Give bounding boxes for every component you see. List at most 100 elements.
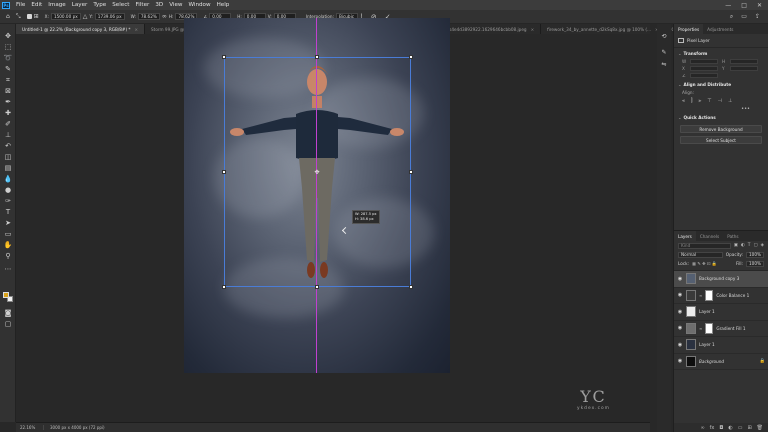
add-mask-icon[interactable]: ◘: [719, 425, 723, 431]
transform-width-field[interactable]: [690, 59, 718, 64]
menu-item[interactable]: Edit: [28, 2, 45, 8]
pen-tool-icon[interactable]: ✑: [3, 197, 13, 205]
layer-thumbnail[interactable]: [686, 273, 696, 285]
visibility-eye-icon[interactable]: ◉: [677, 325, 683, 331]
brush-settings-icon[interactable]: ✎: [660, 48, 668, 56]
menu-item[interactable]: Help: [214, 2, 233, 8]
mask-link-icon[interactable]: ∞: [699, 293, 702, 298]
foreground-color-swatch[interactable]: [3, 292, 9, 298]
lock-icon[interactable]: 🔒: [760, 359, 765, 364]
close-tab-icon[interactable]: ×: [135, 27, 139, 32]
tab-layers[interactable]: Layers: [674, 231, 696, 241]
transform-handle[interactable]: [315, 285, 319, 289]
menu-item[interactable]: Window: [186, 2, 214, 8]
quick-mask-icon[interactable]: ◙: [3, 309, 13, 317]
visibility-eye-icon[interactable]: ◉: [677, 276, 683, 282]
select-subject-button[interactable]: Select Subject: [680, 136, 762, 144]
menu-item[interactable]: 3D: [152, 2, 166, 8]
path-selection-tool-icon[interactable]: ➤: [3, 219, 13, 227]
layer-row[interactable]: ◉ Layer 1: [674, 337, 768, 354]
healing-brush-tool-icon[interactable]: ✚: [3, 109, 13, 117]
filter-adjustment-icon[interactable]: ◐: [741, 243, 745, 248]
move-tool-icon[interactable]: ✥: [3, 32, 13, 40]
new-group-icon[interactable]: ▭: [738, 425, 743, 431]
minimize-icon[interactable]: —: [725, 2, 731, 9]
menu-item[interactable]: Select: [109, 2, 132, 8]
transform-handle[interactable]: [409, 55, 413, 59]
eyedropper-tool-icon[interactable]: ✒: [3, 98, 13, 106]
history-panel-icon[interactable]: ⟲: [660, 32, 668, 40]
visibility-eye-icon[interactable]: ◉: [677, 358, 683, 364]
width-field[interactable]: 78.62%: [137, 13, 160, 20]
align-center-icon[interactable]: ⫿: [691, 98, 693, 104]
screen-mode-icon[interactable]: ▢: [3, 320, 13, 328]
workspace-icon[interactable]: ▭: [741, 13, 747, 21]
eraser-tool-icon[interactable]: ◫: [3, 153, 13, 161]
filter-shape-icon[interactable]: ▢: [753, 243, 757, 248]
link-icon[interactable]: ∞: [162, 13, 167, 20]
reference-point-icon[interactable]: ⊞: [34, 13, 39, 20]
hand-tool-icon[interactable]: ✋: [3, 241, 13, 249]
search-icon[interactable]: ⌕: [730, 13, 733, 21]
align-left-icon[interactable]: ⫷: [682, 98, 685, 104]
type-tool-icon[interactable]: T: [3, 208, 13, 216]
home-icon[interactable]: ⌂: [6, 13, 10, 20]
zoom-tool-icon[interactable]: ⚲: [3, 252, 13, 260]
document-info[interactable]: 3000 px x 4000 px (72 ppi): [44, 425, 105, 430]
visibility-eye-icon[interactable]: ◉: [677, 342, 683, 348]
tab-adjustments[interactable]: Adjustments: [703, 24, 737, 34]
layer-thumbnail[interactable]: [686, 339, 696, 351]
link-layers-icon[interactable]: ∞: [700, 425, 704, 431]
close-tab-icon[interactable]: ×: [531, 27, 535, 32]
layer-thumbnail[interactable]: [686, 289, 696, 301]
frame-tool-icon[interactable]: ⊠: [3, 87, 13, 95]
layer-mask-thumbnail[interactable]: [705, 289, 714, 301]
align-bottom-icon[interactable]: ⊥: [728, 98, 732, 104]
brush-tool-icon[interactable]: ✐: [3, 120, 13, 128]
lock-icons[interactable]: ▦ ✎ ✥ ⊡ 🔒: [692, 261, 733, 267]
zoom-level[interactable]: 22.16%: [16, 425, 44, 430]
visibility-eye-icon[interactable]: ◉: [677, 292, 683, 298]
transform-handle[interactable]: [315, 55, 319, 59]
transform-handle[interactable]: [409, 285, 413, 289]
gradient-tool-icon[interactable]: ▤: [3, 164, 13, 172]
transform-handle[interactable]: [222, 170, 226, 174]
layer-thumbnail[interactable]: [686, 306, 696, 318]
adjustments-panel-icon[interactable]: ⇋: [660, 60, 668, 68]
layer-thumbnail[interactable]: [686, 322, 696, 334]
filter-type-icon[interactable]: T: [748, 243, 751, 248]
blur-tool-icon[interactable]: 💧: [3, 175, 13, 183]
delta-icon[interactable]: △: [83, 13, 88, 20]
blend-mode-select[interactable]: Normal: [678, 251, 723, 258]
dodge-tool-icon[interactable]: ●: [3, 186, 13, 194]
layer-row[interactable]: ◉ ∞ Color Balance 1: [674, 288, 768, 304]
filter-pixel-icon[interactable]: ▣: [734, 243, 738, 248]
x-field[interactable]: 1500.00 px: [50, 13, 81, 20]
layer-filter-select[interactable]: Kind: [678, 242, 731, 249]
quick-select-tool-icon[interactable]: ✎: [3, 65, 13, 73]
transform-handle[interactable]: [222, 285, 226, 289]
maximize-icon[interactable]: □: [741, 2, 747, 9]
lasso-tool-icon[interactable]: ➰: [3, 54, 13, 62]
crop-tool-icon[interactable]: ⌗: [3, 76, 13, 84]
menu-item[interactable]: View: [166, 2, 185, 8]
menu-item[interactable]: Image: [45, 2, 69, 8]
history-brush-tool-icon[interactable]: ↶: [3, 142, 13, 150]
transform-angle-field[interactable]: [690, 73, 718, 78]
menu-item[interactable]: File: [13, 2, 28, 8]
quick-actions-header[interactable]: ⌄ Quick Actions: [674, 112, 768, 122]
tab-channels[interactable]: Channels: [696, 231, 723, 241]
reference-point-checkbox[interactable]: [26, 14, 32, 19]
y-field[interactable]: 1739.06 px: [94, 13, 125, 20]
tab-paths[interactable]: Paths: [723, 231, 742, 241]
transform-handle[interactable]: [409, 170, 413, 174]
document-tab[interactable]: firework_34_by_annette_d2kSq8x.jpg @ 100…: [541, 24, 666, 34]
tab-properties[interactable]: Properties: [674, 24, 704, 34]
visibility-eye-icon[interactable]: ◉: [677, 309, 683, 315]
align-middle-icon[interactable]: ⊣: [718, 98, 722, 104]
shape-tool-icon[interactable]: ▭: [3, 230, 13, 238]
menu-item[interactable]: Layer: [69, 2, 91, 8]
transform-y-field[interactable]: [730, 66, 758, 71]
close-icon[interactable]: ✕: [757, 2, 762, 9]
layer-row[interactable]: ◉ Background copy 3: [674, 271, 768, 288]
